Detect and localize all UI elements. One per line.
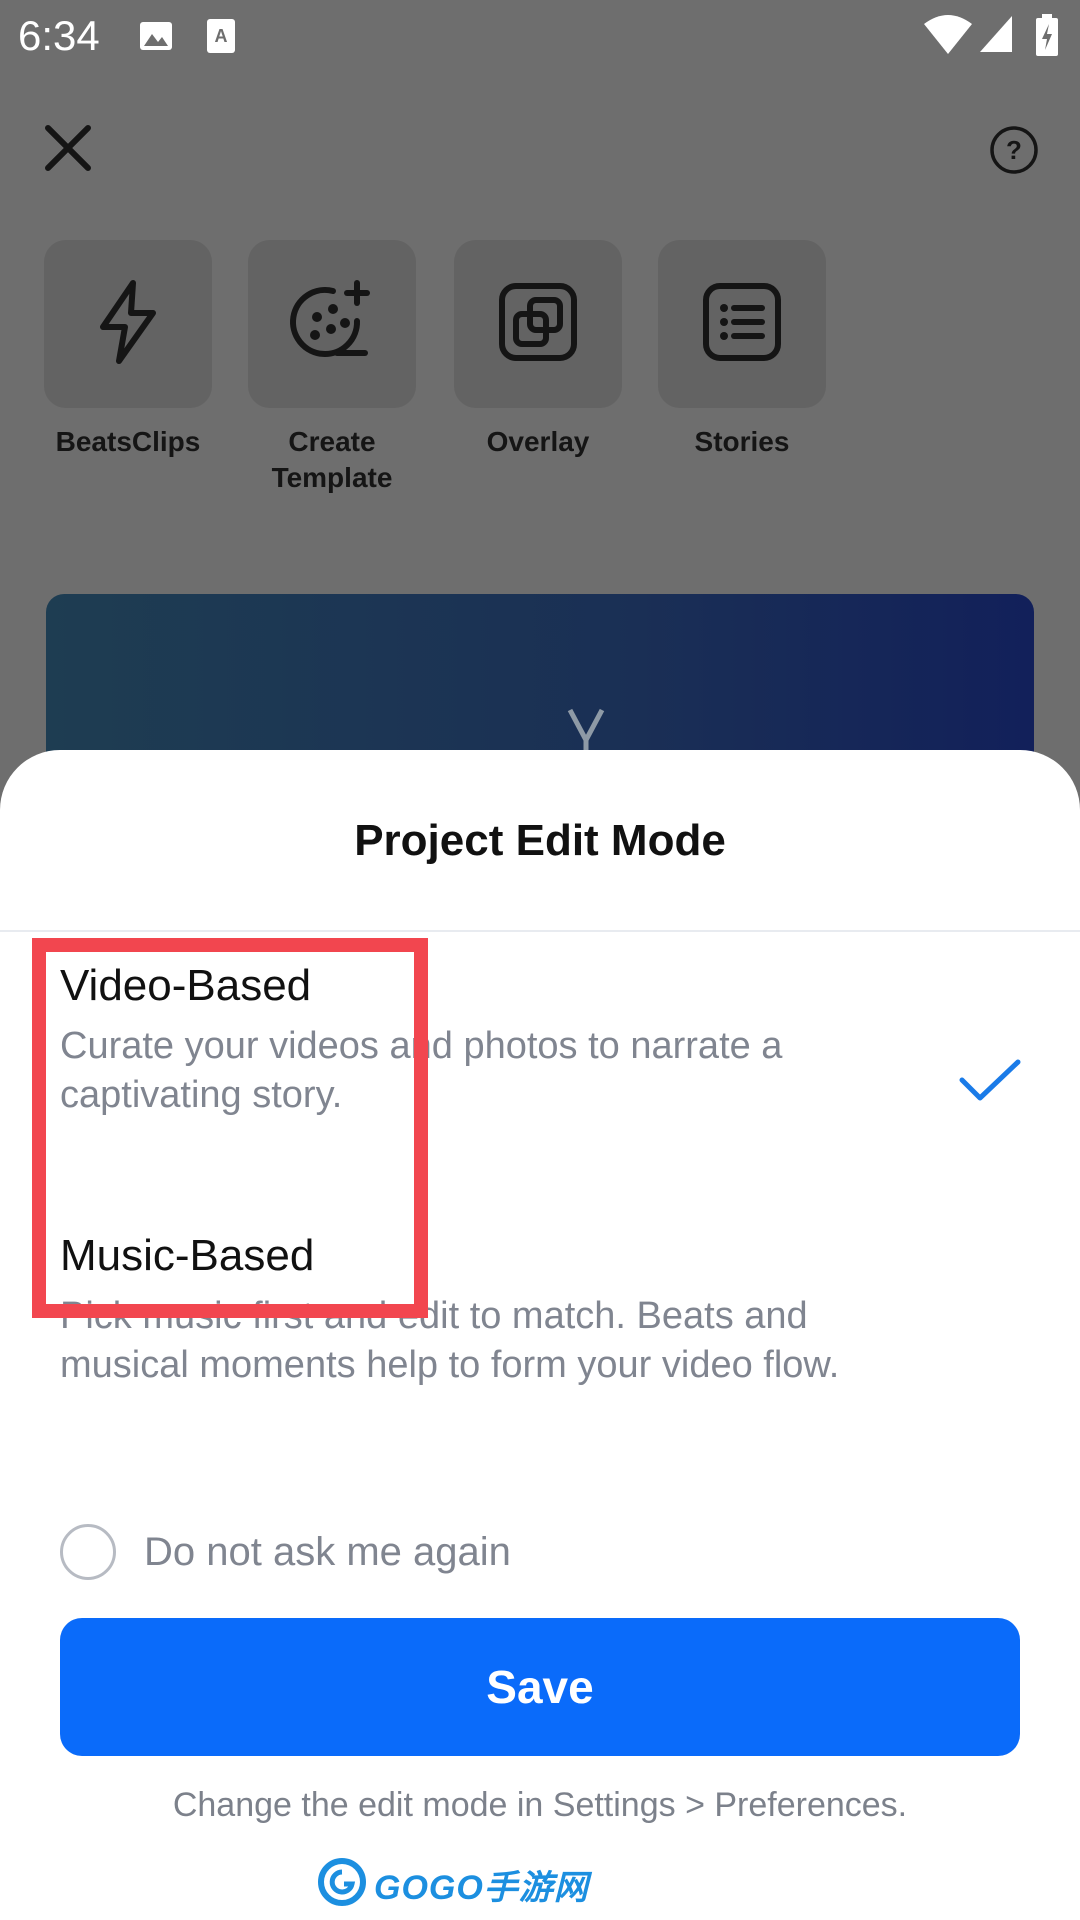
close-icon[interactable] [40,120,96,176]
check-icon [958,1058,1022,1109]
film-plus-icon [287,277,377,372]
signal-icon [978,14,1014,59]
keyboard-notification-icon: A [206,18,236,59]
edit-mode-sheet: Project Edit Mode Video-Based Curate you… [0,750,1080,1920]
svg-text:?: ? [1006,135,1022,165]
sheet-divider [0,930,1080,932]
tool-label: Create Template [271,426,393,493]
tool-label: BeatsClips [55,426,201,457]
wifi-icon [922,14,974,61]
tool-beatsclips-tile[interactable] [44,240,212,408]
help-icon[interactable]: ? [988,124,1040,176]
sheet-title: Project Edit Mode [354,816,726,865]
tool-create-template[interactable]: Create Template [248,240,416,496]
lightning-icon [93,277,163,372]
watermark-logo-icon [318,1857,366,1911]
status-bar: 6:34 A [0,0,1080,74]
tools-row: BeatsClips Create Template Overlay Stori… [44,240,1044,500]
promo-banner[interactable] [46,594,1034,774]
list-icon [700,280,784,369]
tool-stories-tile[interactable] [658,240,826,408]
settings-footnote: Change the edit mode in Settings > Prefe… [172,1786,908,1824]
tool-create-template-tile[interactable] [248,240,416,408]
tool-label: Overlay [486,426,590,457]
radio-circle[interactable] [60,1524,116,1580]
tool-overlay-tile[interactable] [454,240,622,408]
dont-ask-checkbox[interactable]: Do not ask me again [60,1522,511,1582]
save-button[interactable]: Save [60,1618,1020,1756]
highlight-annotation [32,938,428,1318]
tool-label: Stories [694,426,790,457]
image-notification-icon [138,18,174,59]
dont-ask-label: Do not ask me again [144,1529,511,1574]
svg-text:A: A [215,26,228,46]
watermark: GOGO手游网 [318,1854,589,1914]
tool-stories[interactable]: Stories [658,240,826,460]
tool-beatsclips[interactable]: BeatsClips [44,240,212,460]
overlay-icon [496,280,580,369]
tool-overlay[interactable]: Overlay [454,240,622,460]
battery-icon [1034,14,1060,63]
status-time: 6:34 [18,12,100,59]
watermark-text: GOGO手游网 [374,1868,589,1907]
